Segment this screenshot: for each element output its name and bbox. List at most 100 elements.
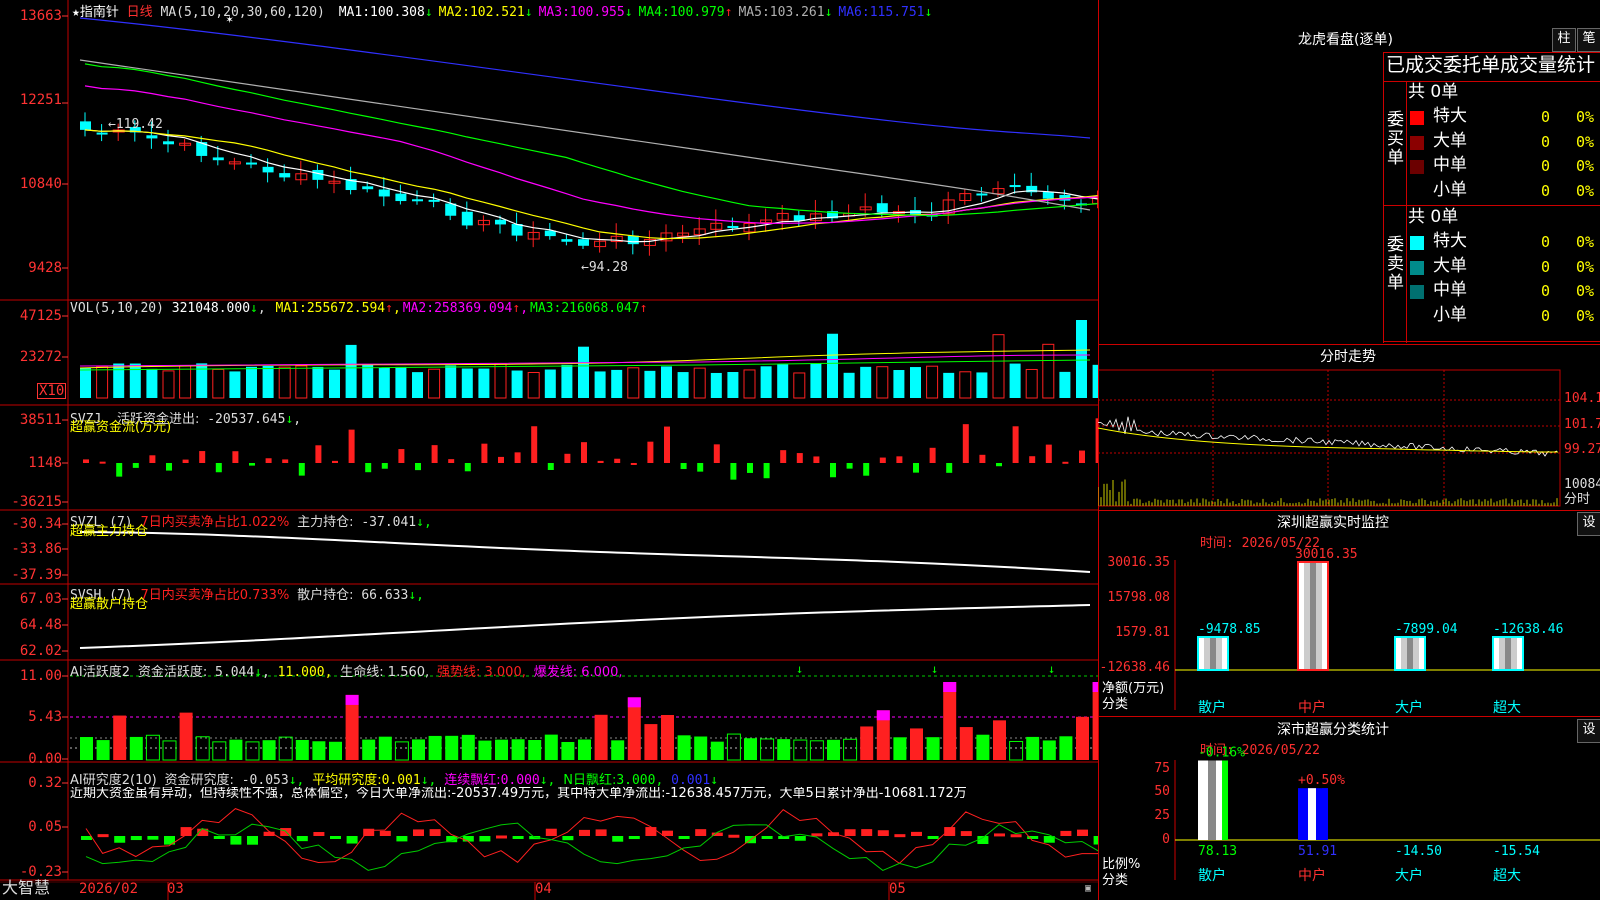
monitor-y-tick: -12638.46 [1100, 660, 1170, 675]
ai2-bar [794, 836, 806, 841]
classify-xtitle: 分类 [1102, 873, 1129, 888]
buy-row-pct: 0% [1576, 157, 1595, 175]
ai1-bar [312, 741, 326, 760]
svzj-y-3: -36215 [11, 494, 62, 510]
svzj-bar [415, 463, 421, 471]
ai1-bar [528, 740, 542, 760]
candle-body [378, 189, 390, 197]
svzj-bar [531, 426, 538, 463]
ma-label: MA1: [338, 5, 371, 20]
volume-bar [959, 371, 972, 399]
candle-body [312, 169, 324, 180]
classify-bottom-label: 51.91 [1298, 844, 1337, 859]
buy-row-name: 小单 [1433, 179, 1467, 200]
lock-icon[interactable]: ▣ [1085, 884, 1091, 894]
column-view-button[interactable]: 柱 [1552, 28, 1576, 52]
svzj-y-1: 38511 [19, 412, 62, 428]
ai2-header: AI研究度2(10) 资金研究度: -0.053↓, 平均研究度:0.001↓,… [70, 769, 718, 788]
ai1-bar [245, 741, 260, 761]
svzj-bar [365, 463, 372, 473]
sell-swatch [1410, 260, 1424, 275]
brand-label[interactable]: 大智慧 [2, 880, 50, 896]
classify-category: 散户 [1198, 867, 1226, 884]
ma-label: MA6: [838, 5, 870, 20]
ai1-v4: 强势线: 3.000, [437, 665, 526, 680]
classify-y-tick: 50 [1154, 784, 1170, 799]
ai2-bar [346, 836, 358, 844]
candle-body [495, 219, 506, 225]
star-icon[interactable]: ★ [72, 5, 80, 20]
monitor-settings-button[interactable]: 设 [1577, 512, 1600, 536]
down-arrow-marker: ↓ [1048, 662, 1055, 676]
volume-bar [677, 372, 689, 398]
ai2-title: AI研究度2(10) [70, 773, 157, 788]
vol-ma-item-1: MA1:255672.594↑, [275, 301, 401, 316]
buy-swatch [1410, 160, 1424, 174]
svzj-bar [99, 461, 106, 464]
svzj-bar [896, 456, 903, 463]
vol-ma-item-2: MA2:258369.094↑, [402, 301, 529, 316]
ai2-bar [628, 836, 640, 840]
ai2-bar [844, 829, 856, 836]
ai2-bar [313, 832, 325, 836]
svzj-bar [796, 453, 803, 463]
volume-bar [312, 366, 324, 398]
volume-bar [1042, 343, 1055, 399]
svzj-bar [913, 463, 919, 473]
ai1-bar [362, 739, 376, 760]
buy-row-name: 大单 [1433, 130, 1467, 151]
ai1-bar [129, 736, 143, 760]
ai2-bar [1010, 834, 1022, 838]
svzj-bar [166, 463, 172, 471]
main-y-2: 12251 [19, 92, 62, 108]
volume-bar [162, 370, 175, 399]
ai1-bar [511, 739, 525, 760]
vol-ma-arrow: ↑ [385, 301, 393, 316]
ai1-bar [495, 739, 508, 760]
main-header: ★指南针 日线 MA(5,10,20,30,60,120) MA1:100.30… [72, 1, 932, 20]
period-label[interactable]: 日线 [127, 5, 153, 20]
svzj-bar [1012, 426, 1019, 463]
kline-panel[interactable]: ✶ ↓ ↓ ↓ [0, 0, 1098, 900]
candle-body [146, 135, 158, 139]
svzj-bar [514, 452, 521, 463]
kline-chart-svg[interactable]: ✶↓ ↓ ↓ [0, 0, 1098, 900]
monitor-category: 散户 [1198, 699, 1226, 715]
candle-body [578, 239, 589, 246]
svzj-bar [747, 463, 753, 473]
ai2-bar [960, 831, 972, 836]
volume-bar [113, 363, 125, 398]
volume-bar [760, 366, 772, 398]
candle-body [362, 186, 374, 190]
ma-arrow: ↑ [724, 5, 733, 20]
ai1-bar [710, 741, 724, 760]
volume-bar [511, 370, 523, 398]
svzj-bar [498, 456, 504, 463]
volume-bar [1076, 320, 1087, 398]
volume-bar [1025, 368, 1038, 399]
ai1-bar [1026, 736, 1040, 760]
ma-label: MA3: [538, 5, 570, 20]
stock-name[interactable]: 指南针 [80, 5, 119, 20]
vol-ma-arrow: ↑ [639, 301, 648, 316]
svzj-bar [863, 463, 870, 476]
svzj-bar [564, 453, 571, 463]
volume-bar [1009, 363, 1021, 398]
volume-bar [644, 370, 656, 398]
monitor-chart: 30016.35 15798.08 1579.81 -12638.46 -9478.85… [1100, 547, 1600, 715]
svzj-bar [846, 463, 853, 469]
classify-y-tick: 25 [1154, 808, 1170, 823]
ai2-bar [579, 829, 590, 836]
ai2-bar [994, 833, 1005, 837]
tick-view-button[interactable]: 笔 [1577, 28, 1600, 52]
svzj-bar [381, 463, 388, 469]
classify-bottom-label: 78.13 [1198, 844, 1237, 859]
ai2-bar [213, 836, 225, 839]
svzj-bar [132, 463, 139, 468]
ai1-title: AI活跃度2 [70, 665, 130, 680]
ai1-bar [777, 739, 791, 760]
sell-row-name: 中单 [1433, 280, 1467, 300]
intraday-chart[interactable] [1098, 368, 1600, 508]
intraday-label: 分时 [1564, 492, 1591, 507]
svzj-bar [116, 463, 123, 477]
